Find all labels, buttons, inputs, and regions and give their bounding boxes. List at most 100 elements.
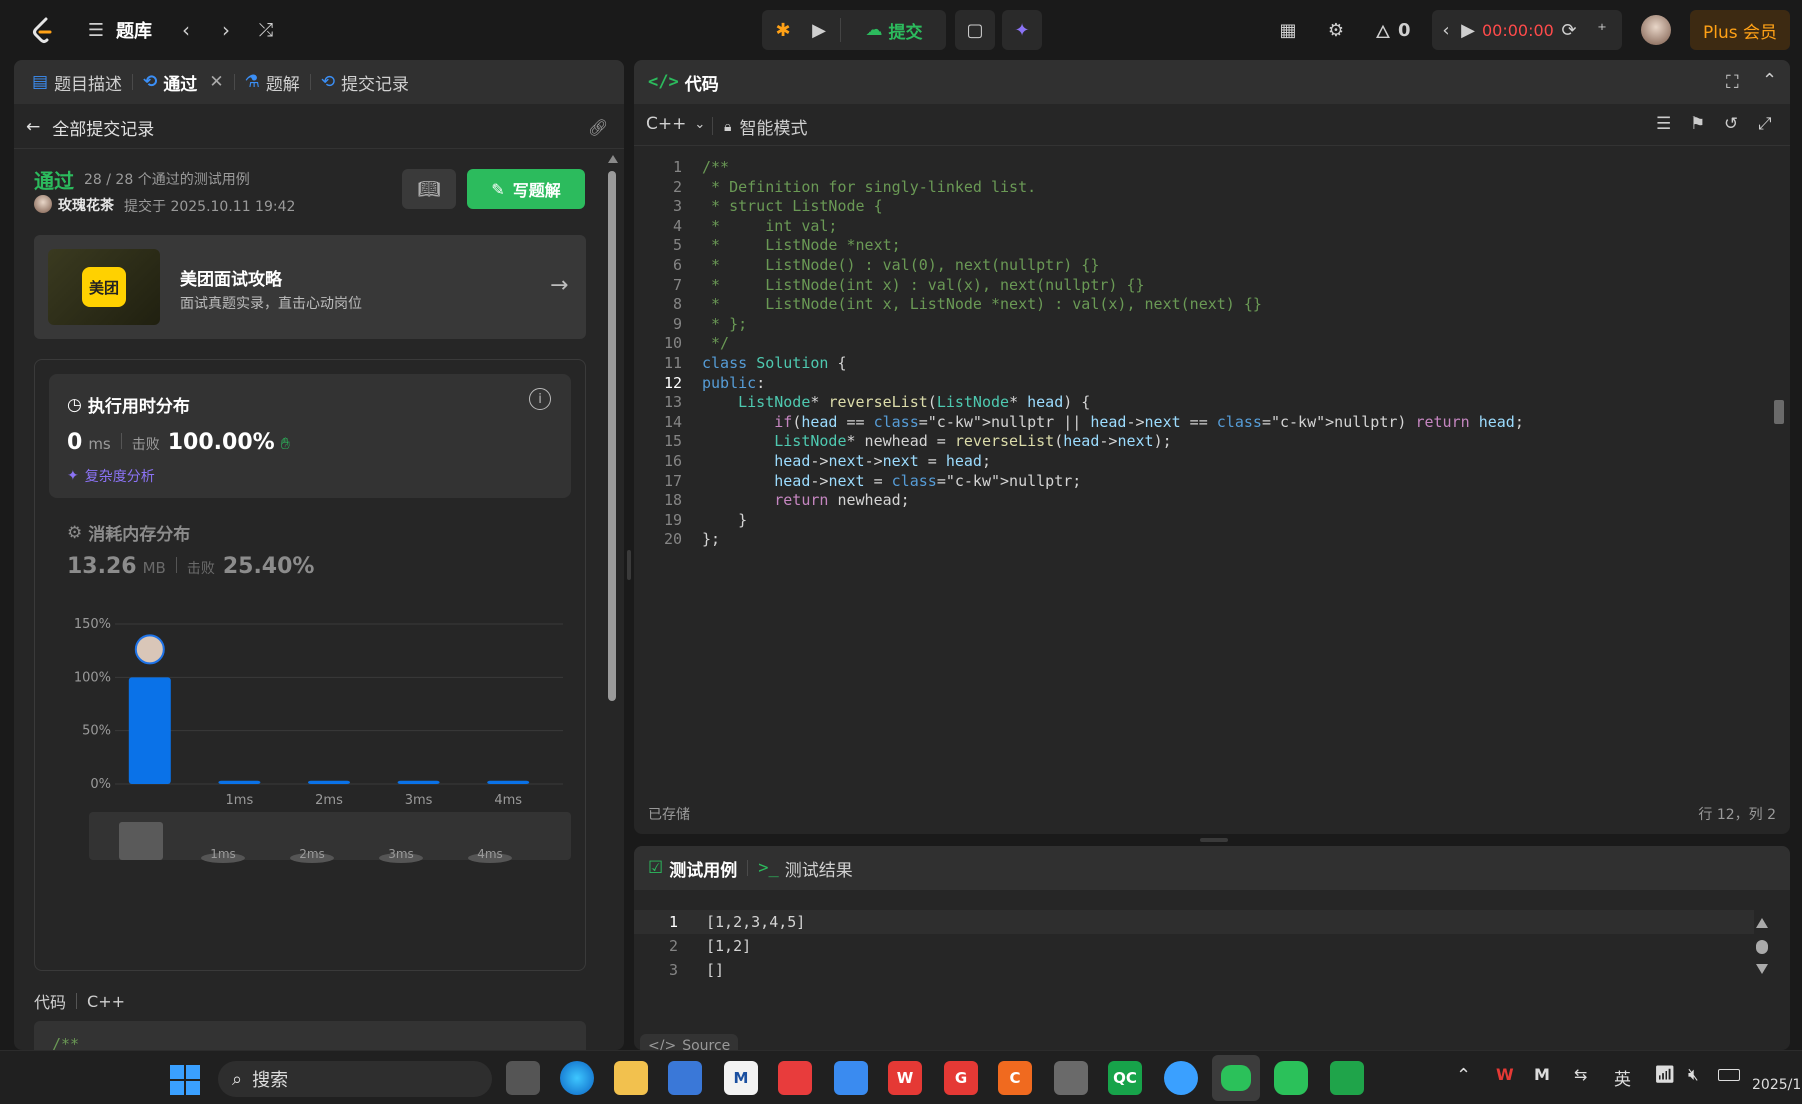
testcase-editor[interactable]: 1 [1,2,3,4,5] 2 [1,2] 3 [] <box>634 910 1754 1020</box>
tray-mail-icon[interactable]: M <box>1534 1065 1550 1084</box>
wechat-icon[interactable] <box>1274 1061 1308 1095</box>
next-problem-icon[interactable]: › <box>212 16 240 44</box>
store-icon[interactable] <box>668 1061 702 1095</box>
memory-section[interactable]: ⚙ 消耗内存分布 13.26 MB 击败 25.40% <box>49 512 571 592</box>
runtime-card[interactable]: ◷ 执行用时分布 i 0 ms 击败 100.00% ✋︎ ✦ 复杂度分析 <box>49 374 571 498</box>
mail-app-icon[interactable]: M <box>724 1061 758 1095</box>
qc-app-icon[interactable]: QC <box>1108 1061 1142 1095</box>
timer-play-icon[interactable]: ▶ <box>1456 16 1480 44</box>
debug-icon[interactable]: ✱ <box>768 16 798 44</box>
editor-scrollbar-thumb[interactable] <box>1774 400 1784 424</box>
chart-bar[interactable] <box>308 780 350 784</box>
scroll-up-arrow-icon[interactable] <box>608 155 618 163</box>
promo-banner[interactable]: 美团 美团面试攻略 面试真题实录，直击心动岗位 → <box>34 235 586 339</box>
avatar[interactable] <box>1641 15 1671 45</box>
prev-problem-icon[interactable]: ‹ <box>172 16 200 44</box>
language-select[interactable]: C++ ⌄ <box>646 114 705 134</box>
code-area[interactable]: 1/** 2 * Definition for singly-linked lis… <box>634 154 1774 784</box>
info-icon[interactable]: i <box>529 388 551 410</box>
smart-mode-toggle[interactable]: 🔒︎ 智能模式 <box>724 114 807 140</box>
taskbar-search[interactable]: ⌕ 搜索 <box>218 1061 492 1097</box>
editor-title: 代码 <box>684 74 719 95</box>
clap-icon: ✋︎ <box>280 434 290 453</box>
streak-fire-icon[interactable]: 🜂 <box>1370 16 1396 44</box>
write-solution-button[interactable]: ✎ 写题解 <box>467 169 585 209</box>
problem-bank-link[interactable]: 题库 <box>116 16 152 44</box>
browser-app-icon[interactable] <box>1164 1061 1198 1095</box>
editor-app-icon[interactable] <box>1054 1061 1088 1095</box>
wps-app-icon[interactable]: W <box>888 1061 922 1095</box>
tab-solutions[interactable]: ⚗ 题解 <box>235 60 310 104</box>
ime-indicator[interactable]: 英 <box>1614 1065 1631 1090</box>
submit-button[interactable]: ☁ 提交 <box>846 16 942 44</box>
code-line[interactable]: 20}; <box>634 528 1774 550</box>
testcase-scroll-down-icon[interactable] <box>1756 964 1768 974</box>
chip-icon: ⚙ <box>67 522 83 543</box>
ai-assistant-button[interactable]: ✦ <box>1002 10 1042 50</box>
overview-tick-label: 1ms <box>210 847 236 861</box>
back-to-submissions[interactable]: ← 全部提交记录 <box>26 112 154 142</box>
runtime-distribution-chart[interactable]: 0% 50% 100% 150% 1ms 2ms 3ms 4ms 1ms 2ms 3ms 4ms <box>35 600 587 900</box>
tab-test-results[interactable]: >_ 测试结果 <box>748 846 862 890</box>
testcase-scroll-up-icon[interactable] <box>1756 918 1768 928</box>
bookmark-icon[interactable]: ⚑ <box>1690 114 1705 134</box>
run-icon[interactable]: ▶ <box>804 16 834 44</box>
format-icon[interactable]: ☰ <box>1656 114 1671 134</box>
cloud-app-icon[interactable] <box>834 1061 868 1095</box>
notes-button[interactable]: 📖︎ <box>402 169 456 209</box>
tab-accepted[interactable]: ⟲ 通过 ✕ <box>133 60 234 104</box>
username[interactable]: 玫瑰花茶 <box>58 195 114 215</box>
reset-code-icon[interactable]: ↺ <box>1724 114 1738 134</box>
chevron-down-icon: ⌄ <box>694 116 706 132</box>
testcase-scroll-thumb[interactable] <box>1756 940 1768 954</box>
chart-bar[interactable] <box>397 780 440 784</box>
edge-browser-icon[interactable] <box>560 1061 594 1095</box>
fullscreen-icon[interactable]: ⛶ <box>1726 72 1739 93</box>
shuffle-icon[interactable]: ⤮ <box>252 16 280 44</box>
layout-icon[interactable]: ▦ <box>1274 16 1302 44</box>
plus-member-button[interactable]: Plus 会员 <box>1690 10 1790 50</box>
tab-description[interactable]: ▤ 题目描述 <box>14 60 132 104</box>
chart-bar[interactable] <box>487 780 530 784</box>
collapse-up-icon[interactable]: ⌃ <box>1762 70 1777 91</box>
note-button[interactable]: ▢ <box>955 10 995 50</box>
tray-expand-icon[interactable]: ⌃ <box>1456 1065 1471 1086</box>
tab-testcases[interactable]: ☑ 测试用例 <box>634 846 747 890</box>
timer-collapse-icon[interactable]: ‹ <box>1436 16 1456 44</box>
source-button[interactable]: </> Source <box>640 1034 738 1050</box>
settings-gear-icon[interactable]: ⚙ <box>1322 16 1350 44</box>
file-explorer-icon[interactable] <box>614 1061 648 1095</box>
system-clock[interactable]: 2025/1 <box>1752 1077 1801 1093</box>
add-friend-icon[interactable]: ⁺ <box>1588 16 1616 44</box>
close-tab-icon[interactable]: ✕ <box>209 72 223 92</box>
x-tick-label: 3ms <box>405 793 433 808</box>
leetcode-logo-icon[interactable] <box>24 12 60 48</box>
expand-icon[interactable]: ⤢ <box>1758 114 1772 134</box>
volume-muted-icon[interactable]: 🔇︎ <box>1688 1065 1699 1085</box>
windows-taskbar: ⌕ 搜索 M W G C QC ⌃ W M ⇆ 英 📶︎ 🔇︎ 2025/1 <box>0 1050 1802 1104</box>
wifi-icon[interactable]: 📶︎ <box>1654 1065 1676 1085</box>
problem-list-icon[interactable]: ☰ <box>82 16 110 44</box>
chat-app-icon[interactable] <box>1330 1061 1364 1095</box>
huawei-app-icon[interactable] <box>778 1061 812 1095</box>
tab-submissions[interactable]: ⟲ 提交记录 <box>311 60 419 104</box>
horizontal-splitter[interactable] <box>1200 838 1228 842</box>
wechat-active-icon[interactable] <box>1212 1055 1260 1101</box>
run-submit-group: ✱ ▶ ☁ 提交 <box>762 10 946 50</box>
g-app-icon[interactable]: G <box>944 1061 978 1095</box>
scrollbar-thumb[interactable] <box>608 171 616 701</box>
chart-bar[interactable] <box>128 677 171 784</box>
range-handle[interactable] <box>119 822 163 860</box>
tray-wps-icon[interactable]: W <box>1496 1065 1514 1084</box>
c-app-icon[interactable]: C <box>998 1061 1032 1095</box>
windows-start-icon[interactable] <box>170 1065 200 1095</box>
chart-bar[interactable] <box>218 780 261 784</box>
task-view-icon[interactable] <box>506 1061 540 1095</box>
vertical-splitter[interactable] <box>627 550 631 580</box>
complexity-analysis-link[interactable]: ✦ 复杂度分析 <box>67 466 155 486</box>
tray-switch-icon[interactable]: ⇆ <box>1574 1065 1587 1084</box>
share-link-icon[interactable]: 🔗︎ <box>588 112 612 142</box>
left-scrollbar[interactable] <box>608 155 618 1050</box>
timer-reset-icon[interactable]: ⟳ <box>1556 16 1582 44</box>
battery-icon[interactable] <box>1718 1069 1740 1081</box>
